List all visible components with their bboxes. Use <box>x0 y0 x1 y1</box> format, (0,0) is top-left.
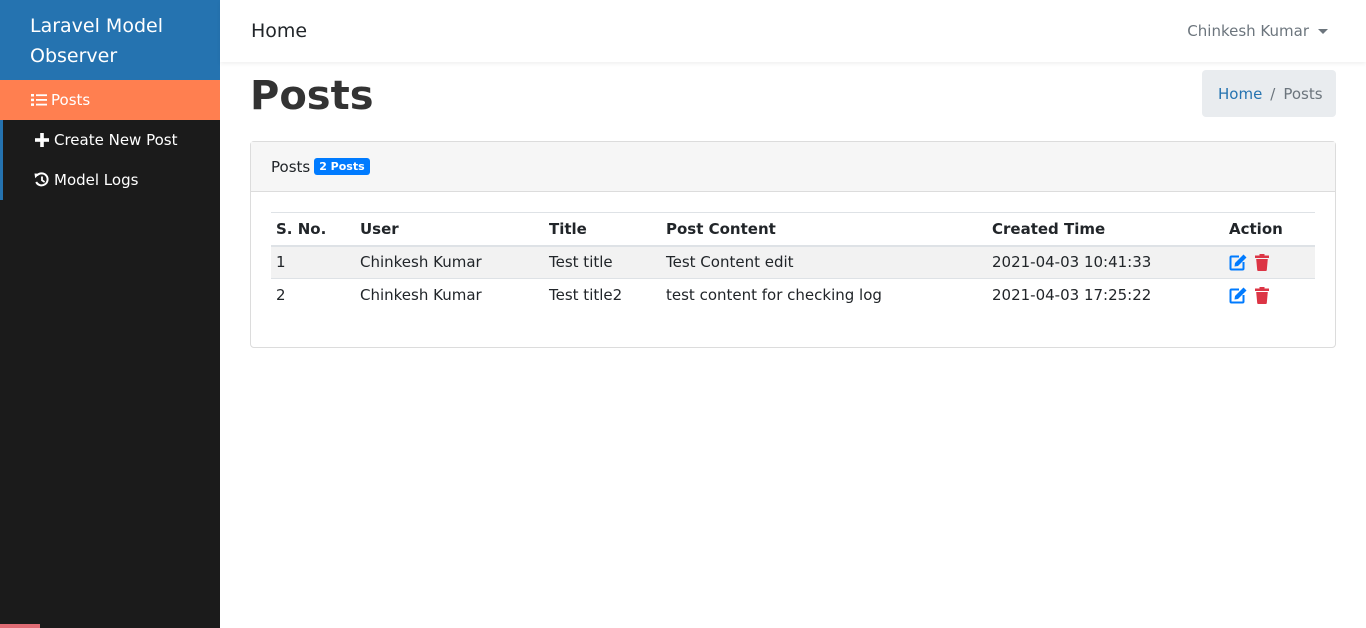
sidebar-item-model-logs[interactable]: Model Logs <box>0 160 220 200</box>
cell-action <box>1224 278 1315 312</box>
breadcrumb-separator: / <box>1270 84 1276 103</box>
sidebar-item-label: Create New Post <box>54 131 178 149</box>
edit-icon[interactable] <box>1229 287 1247 304</box>
breadcrumb-current: Posts <box>1283 84 1323 103</box>
sidebar-item-posts[interactable]: Posts <box>0 80 220 120</box>
plus-icon <box>33 133 51 147</box>
trash-icon[interactable] <box>1255 286 1269 304</box>
card-title: Posts <box>271 157 311 176</box>
column-header-title: Title <box>549 219 587 238</box>
card-header: Posts 2 Posts <box>251 142 1335 192</box>
caret-down-icon <box>1318 28 1328 34</box>
list-icon <box>30 93 48 107</box>
edit-icon[interactable] <box>1229 254 1247 271</box>
cell-title: Test title <box>544 245 661 279</box>
sidebar: Laravel Model Observer Posts Create New … <box>0 0 220 628</box>
table-row: 2 Chinkesh Kumar Test title2 test conten… <box>271 278 1315 312</box>
column-header-user: User <box>360 219 399 238</box>
cell-title: Test title2 <box>544 278 661 312</box>
posts-card: Posts 2 Posts S. No. User Title Post Con… <box>250 141 1336 348</box>
user-menu-dropdown[interactable]: Chinkesh Kumar <box>1187 22 1328 40</box>
cell-content: test content for checking log <box>661 278 987 312</box>
column-header-post-content: Post Content <box>666 219 776 238</box>
topbar: Home Chinkesh Kumar <box>220 0 1366 62</box>
breadcrumb-home-link[interactable]: Home <box>1218 85 1262 103</box>
sidebar-item-create-new-post[interactable]: Create New Post <box>0 120 220 160</box>
column-header-sno: S. No. <box>276 219 327 238</box>
cell-created-time: 2021-04-03 10:41:33 <box>987 245 1224 279</box>
brand-title[interactable]: Laravel Model Observer <box>0 0 220 80</box>
sidebar-item-label: Model Logs <box>54 171 139 189</box>
posts-count-badge: 2 Posts <box>314 158 370 175</box>
sidebar-item-label: Posts <box>51 91 91 109</box>
cell-user: Chinkesh Kumar <box>355 278 544 312</box>
table-row: 1 Chinkesh Kumar Test title Test Content… <box>271 245 1315 279</box>
cell-user: Chinkesh Kumar <box>355 245 544 279</box>
card-body: S. No. User Title Post Content Created T… <box>251 192 1335 332</box>
page-title: Posts <box>250 73 374 119</box>
column-header-action: Action <box>1229 219 1283 238</box>
user-name: Chinkesh Kumar <box>1187 22 1309 40</box>
table-header-row: S. No. User Title Post Content Created T… <box>271 212 1315 246</box>
breadcrumb: Home / Posts <box>1202 70 1336 117</box>
posts-table: S. No. User Title Post Content Created T… <box>271 212 1315 312</box>
trash-icon[interactable] <box>1255 253 1269 271</box>
cell-sno: 2 <box>271 278 355 312</box>
topbar-home-link[interactable]: Home <box>251 20 307 42</box>
column-header-created-time: Created Time <box>992 219 1106 238</box>
bottom-marker <box>0 624 40 628</box>
cell-action <box>1224 245 1315 279</box>
cell-created-time: 2021-04-03 17:25:22 <box>987 278 1224 312</box>
cell-content: Test Content edit <box>661 245 987 279</box>
history-icon <box>33 172 51 188</box>
cell-sno: 1 <box>271 245 355 279</box>
